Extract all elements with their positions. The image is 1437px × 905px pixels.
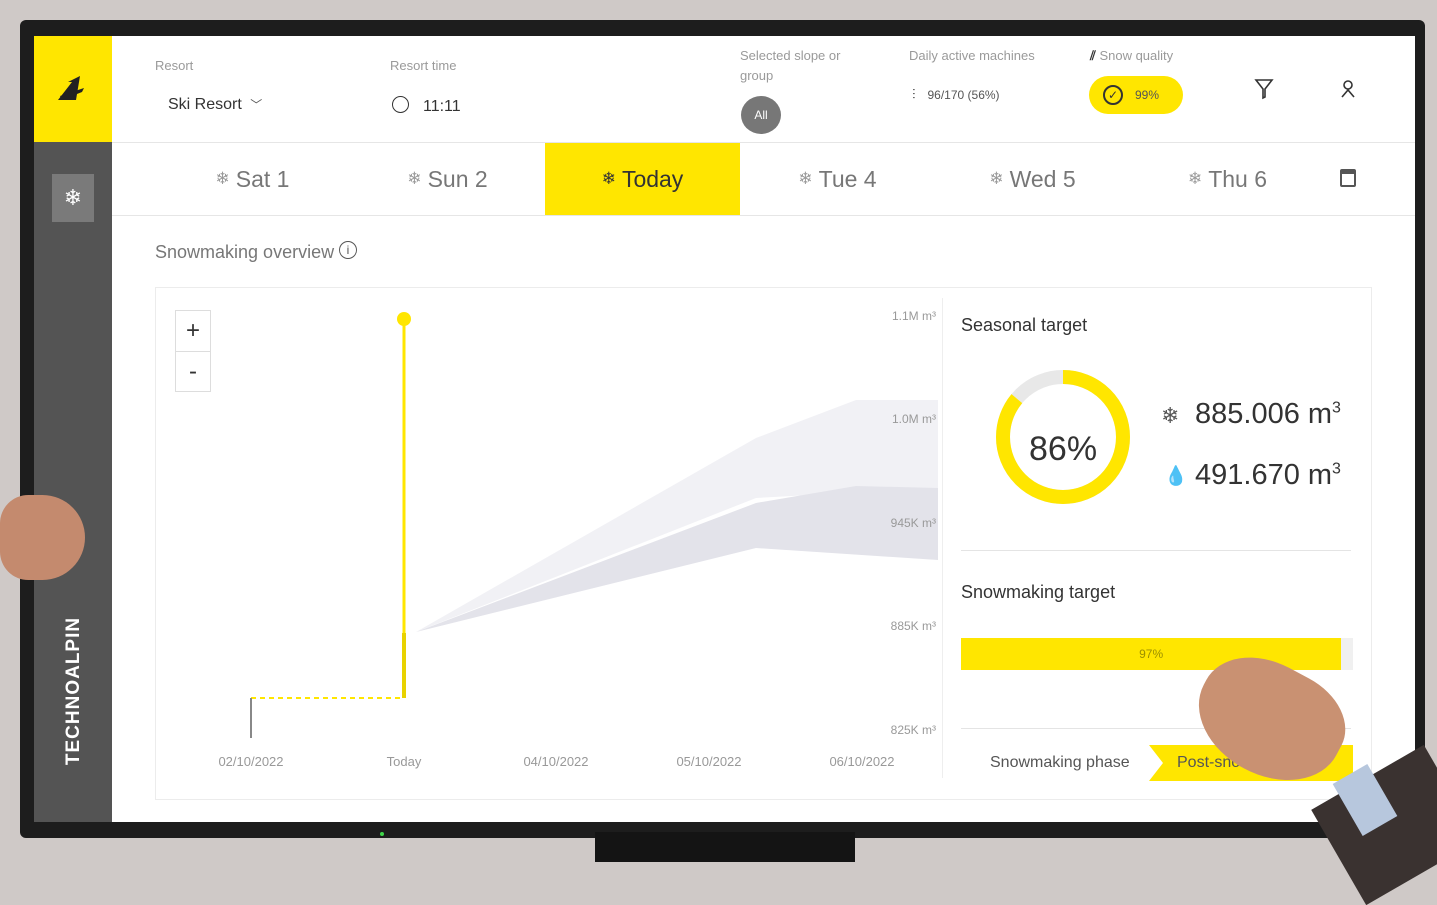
snowmaking-target-percent: 97% xyxy=(1139,647,1164,661)
brand-wordmark: TECHNOALPIN xyxy=(63,616,84,766)
presenter-hand-left xyxy=(0,495,85,580)
snowflake-nav-icon[interactable]: ❄ xyxy=(52,174,94,222)
y-tick: 885K m³ xyxy=(890,619,936,633)
snow-volume-value: 885.006 m xyxy=(1195,398,1333,430)
snow-quality-label: ⫽ Snow quality xyxy=(1090,48,1173,64)
snowflake-icon: ❄ xyxy=(601,169,616,188)
seasonal-target-title: Seasonal target xyxy=(961,315,1088,335)
unit-superscript: 3 xyxy=(1332,460,1341,478)
filter-icon[interactable] xyxy=(1254,78,1274,100)
check-circle-icon: ✓ xyxy=(1103,85,1123,105)
resort-time-value: 11:11 xyxy=(423,98,461,115)
slope-label-line1: Selected slope or xyxy=(740,48,841,63)
tab-label: Sun 2 xyxy=(427,165,488,192)
machines-label: Daily active machines xyxy=(909,48,1035,63)
tab-label: Wed 5 xyxy=(1009,165,1076,192)
y-tick: 1.0M m³ xyxy=(891,412,936,426)
snowflake-icon: ❄ xyxy=(1161,403,1180,428)
power-light xyxy=(380,832,384,836)
snowflake-icon: ❄ xyxy=(989,169,1004,188)
x-tick: 06/10/2022 xyxy=(829,754,895,769)
x-tick: 05/10/2022 xyxy=(676,754,742,769)
ski-icon: ⫽ xyxy=(1090,48,1096,63)
snowflake-icon: ❄ xyxy=(215,169,230,188)
snow-quality-label-text: Snow quality xyxy=(1099,48,1174,63)
tab-thu-6[interactable]: ❄ Thu 6 xyxy=(1130,143,1325,215)
logo[interactable] xyxy=(34,36,112,142)
calendar-icon[interactable] xyxy=(1340,169,1356,187)
y-tick: 1.1M m³ xyxy=(891,309,936,323)
chevron-down-icon: ﹀ xyxy=(250,98,263,112)
tab-today[interactable]: ❄ Today xyxy=(545,143,740,215)
water-volume: 491.670 m3 xyxy=(1195,459,1341,492)
water-volume-value: 491.670 m xyxy=(1195,459,1333,491)
snow-volume: 885.006 m3 xyxy=(1195,398,1341,431)
snowmaking-target-title: Snowmaking target xyxy=(961,582,1116,602)
resort-label: Resort xyxy=(155,58,194,73)
y-tick: 945K m³ xyxy=(890,516,936,530)
snowflake-icon: ❄ xyxy=(407,169,422,188)
resort-select[interactable]: Ski Resort ﹀ xyxy=(168,96,262,114)
tab-label: Thu 6 xyxy=(1208,165,1268,192)
tab-tue-4[interactable]: ❄ Tue 4 xyxy=(740,143,935,215)
snow-quality-badge[interactable]: ✓ 99% xyxy=(1089,76,1183,114)
resort-time-label: Resort time xyxy=(390,58,457,73)
day-tabs: ❄ Sat 1 ❄ Sun 2 ❄ Today ❄ Tue 4 ❄ Wed 5 ❄ Thu … xyxy=(112,143,1415,216)
tab-sat-1[interactable]: ❄ Sat 1 xyxy=(155,143,350,215)
monitor-stand xyxy=(595,832,855,862)
page-title: Snowmaking overview xyxy=(155,242,335,262)
divider xyxy=(961,550,1351,551)
resort-time: 11:11 xyxy=(392,96,461,116)
x-tick: 04/10/2022 xyxy=(523,754,589,769)
snowmaking-chart xyxy=(250,312,938,738)
snow-quality-value: 99% xyxy=(1135,88,1160,102)
today-marker xyxy=(397,312,411,326)
machines-stat: ⫶ 96/170 (56%) xyxy=(912,86,1000,103)
seasonal-percent: 86% xyxy=(1029,430,1098,468)
phase-label: Snowmaking phase xyxy=(990,754,1130,771)
snow-gun-icon: ⫶ xyxy=(912,86,916,102)
y-tick: 825K m³ xyxy=(890,723,936,737)
logo-icon xyxy=(58,76,84,100)
tab-label: Today xyxy=(621,165,684,192)
snowflake-icon: ❄ xyxy=(798,169,813,188)
x-tick: 02/10/2022 xyxy=(218,754,284,769)
tab-label: Tue 4 xyxy=(818,165,877,192)
tab-sun-2[interactable]: ❄ Sun 2 xyxy=(350,143,545,215)
x-tick: Today xyxy=(386,754,422,769)
snowflake-icon: ❄ xyxy=(1187,169,1203,188)
user-icon[interactable] xyxy=(1340,80,1356,98)
panel-divider xyxy=(942,298,943,778)
snowmaking-target-bar: 97% xyxy=(961,638,1353,670)
tab-wed-5[interactable]: ❄ Wed 5 xyxy=(935,143,1130,215)
slope-all-button[interactable]: All xyxy=(741,96,781,134)
overview-panel: + - 1.1M m³ 1.0M m³ 945K m³ 885K m³ 825K… xyxy=(155,287,1372,800)
resort-value: Ski Resort xyxy=(168,96,242,113)
water-drop-icon: 💧 xyxy=(1164,466,1188,487)
clock-icon xyxy=(392,96,409,113)
slope-label-line2: group xyxy=(740,68,774,83)
machines-value: 96/170 (56%) xyxy=(927,88,1000,102)
header: Resort Ski Resort ﹀ Resort time 11:11 Se… xyxy=(112,36,1415,143)
tab-label: Sat 1 xyxy=(235,165,290,192)
unit-superscript: 3 xyxy=(1332,399,1341,417)
sidebar: ❄ TECHNOALPIN xyxy=(34,36,112,822)
info-icon[interactable]: i xyxy=(339,241,357,259)
